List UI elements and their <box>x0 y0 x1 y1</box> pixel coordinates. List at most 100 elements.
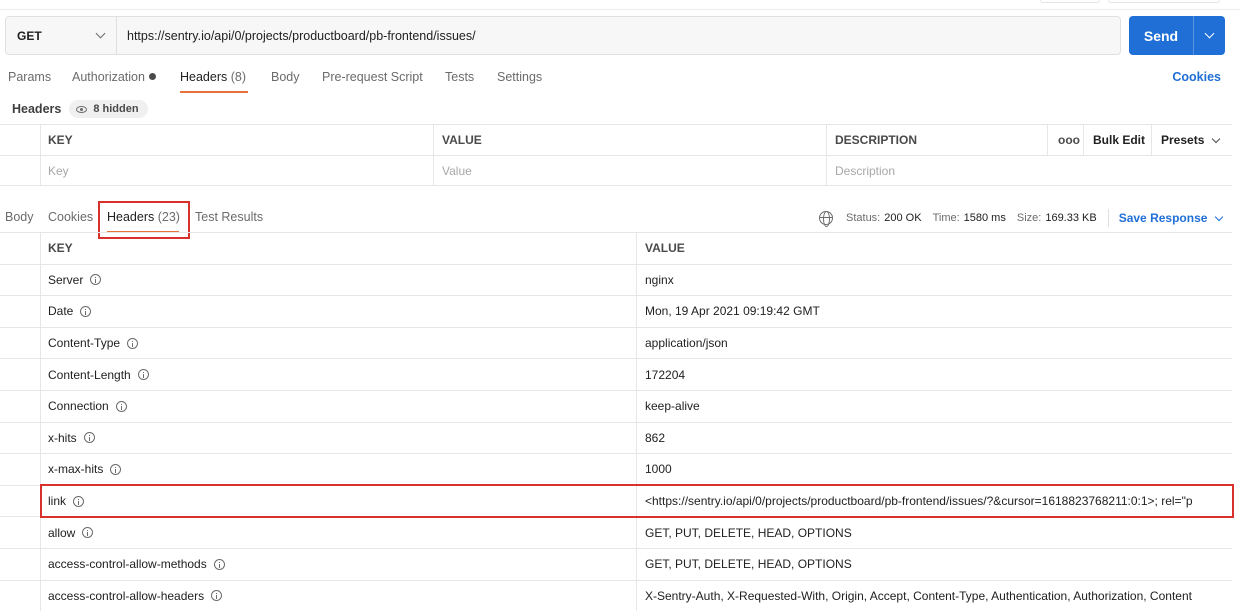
url-input[interactable]: https://sentry.io/api/0/projects/product… <box>117 29 476 43</box>
more-options-icon[interactable]: ooo <box>1058 125 1080 155</box>
header-key-text: Content-Type <box>48 336 121 351</box>
header-value: 1000 <box>645 462 672 477</box>
table-row: x-hits 862 <box>0 421 1232 454</box>
table-row: access-control-allow-headers X-Sentry-Aut… <box>0 579 1232 612</box>
header-key: x-hits <box>48 423 95 454</box>
tab-params[interactable]: Params <box>8 70 51 84</box>
info-icon[interactable] <box>83 432 95 444</box>
header-key-text: access-control-allow-methods <box>48 557 207 572</box>
header-key: access-control-allow-headers <box>48 581 223 612</box>
key-input[interactable]: Key <box>48 156 69 185</box>
method-label: GET <box>17 28 42 43</box>
headers-title: Headers <box>12 102 62 116</box>
chevron-down-icon <box>1215 212 1224 221</box>
cookies-link[interactable]: Cookies <box>1172 70 1221 84</box>
header-key-text: x-max-hits <box>48 462 104 477</box>
divider <box>1107 209 1109 227</box>
top-control-ghost <box>1108 0 1220 3</box>
top-control-ghost <box>1040 0 1100 3</box>
table-row: Date Mon, 19 Apr 2021 09:19:42 GMT <box>0 295 1232 327</box>
header-value: keep-alive <box>645 399 700 414</box>
request-headers-heading: Headers 8 hidden <box>12 100 148 118</box>
table-row: x-max-hits 1000 <box>0 453 1232 485</box>
table-row: allow GET, PUT, DELETE, HEAD, OPTIONS <box>0 516 1232 548</box>
time-value: 1580 ms <box>963 212 1006 224</box>
info-icon[interactable] <box>115 400 127 412</box>
header-key: Content-Type <box>48 328 139 359</box>
time-label: Time: <box>932 212 960 224</box>
header-key-text: Connection <box>48 399 109 414</box>
column-value: VALUE <box>442 133 482 147</box>
send-dropdown[interactable] <box>1194 28 1225 39</box>
header-key-text: Server <box>48 272 84 287</box>
new-header-row: Key Value Description <box>0 155 1232 186</box>
description-input[interactable]: Description <box>835 156 895 185</box>
modified-dot-icon <box>148 73 156 80</box>
header-key-text: access-control-allow-headers <box>48 588 205 603</box>
response-status: Status: 200 OK Time: 1580 ms Size: 169.3… <box>819 209 1224 227</box>
tab-test-results[interactable]: Test Results <box>195 210 263 224</box>
table-header-row: KEY VALUE <box>0 232 1232 264</box>
response-headers-table: KEY VALUE Server nginx Date Mon, 19 Apr 202… <box>0 232 1232 612</box>
highlight-box <box>40 484 1234 518</box>
header-value: 172204 <box>645 367 686 382</box>
header-key-text: Content-Length <box>48 367 131 382</box>
header-key: Server <box>48 265 102 296</box>
info-icon[interactable] <box>211 590 223 602</box>
header-value: Mon, 19 Apr 2021 09:19:42 GMT <box>645 304 820 319</box>
tab-pre-request-script[interactable]: Pre-request Script <box>322 70 423 84</box>
header-key-text: Date <box>48 304 74 319</box>
table-row: Server nginx <box>0 263 1232 296</box>
status-label: Status: <box>846 212 881 224</box>
table-row: Content-Length 172204 <box>0 358 1232 390</box>
tab-body[interactable]: Body <box>271 70 300 84</box>
tab-settings[interactable]: Settings <box>497 70 542 84</box>
tab-response-cookies[interactable]: Cookies <box>48 210 93 224</box>
header-value: GET, PUT, DELETE, HEAD, OPTIONS <box>645 525 852 540</box>
header-key-text: allow <box>48 525 76 540</box>
info-icon[interactable] <box>82 527 94 539</box>
column-key: KEY <box>48 241 73 256</box>
tab-label: Authorization <box>72 70 145 84</box>
tab-response-body[interactable]: Body <box>5 210 34 224</box>
info-icon[interactable] <box>90 274 102 286</box>
info-icon[interactable] <box>110 463 122 475</box>
globe-icon[interactable] <box>819 211 833 227</box>
top-strip <box>0 0 1240 10</box>
tab-headers[interactable]: Headers (8) <box>180 70 246 84</box>
method-select[interactable]: GET <box>6 17 117 54</box>
status-value: 200 OK <box>884 212 922 224</box>
tab-authorization[interactable]: Authorization <box>72 70 156 84</box>
info-icon[interactable] <box>80 305 92 317</box>
hidden-count: 8 hidden <box>93 103 139 115</box>
header-key: Connection <box>48 391 127 422</box>
save-response-label: Save Response <box>1118 211 1208 225</box>
header-key: access-control-allow-methods <box>48 549 225 580</box>
presets-dropdown[interactable]: Presets <box>1161 125 1221 155</box>
tab-tests[interactable]: Tests <box>445 70 474 84</box>
table-row: Connection keep-alive <box>0 389 1232 422</box>
hidden-headers-toggle[interactable]: 8 hidden <box>69 100 148 118</box>
size-label: Size: <box>1016 212 1042 224</box>
eye-icon <box>76 105 88 113</box>
request-headers-table: KEY VALUE DESCRIPTION ooo Bulk Edit Pres… <box>0 124 1232 186</box>
header-value: X-Sentry-Auth, X-Requested-With, Origin,… <box>645 588 1192 603</box>
header-key: allow <box>48 517 94 548</box>
chevron-down-icon <box>95 28 106 39</box>
send-button[interactable]: Send <box>1129 16 1225 55</box>
bulk-edit-button[interactable]: Bulk Edit <box>1093 125 1145 155</box>
header-key: x-max-hits <box>48 454 122 485</box>
save-response-button[interactable]: Save Response <box>1118 211 1224 225</box>
header-value: GET, PUT, DELETE, HEAD, OPTIONS <box>645 557 852 572</box>
column-key: KEY <box>48 133 73 147</box>
url-bar: GET https://sentry.io/api/0/projects/pro… <box>5 16 1121 55</box>
active-tab-underline <box>180 91 248 93</box>
chevron-down-icon <box>1204 28 1215 39</box>
value-input[interactable]: Value <box>442 156 472 185</box>
info-icon[interactable] <box>213 558 225 570</box>
header-key: Content-Length <box>48 359 149 390</box>
table-row: Content-Type application/json <box>0 326 1232 359</box>
presets-label: Presets <box>1161 133 1205 147</box>
info-icon[interactable] <box>137 369 149 381</box>
info-icon[interactable] <box>127 337 139 349</box>
